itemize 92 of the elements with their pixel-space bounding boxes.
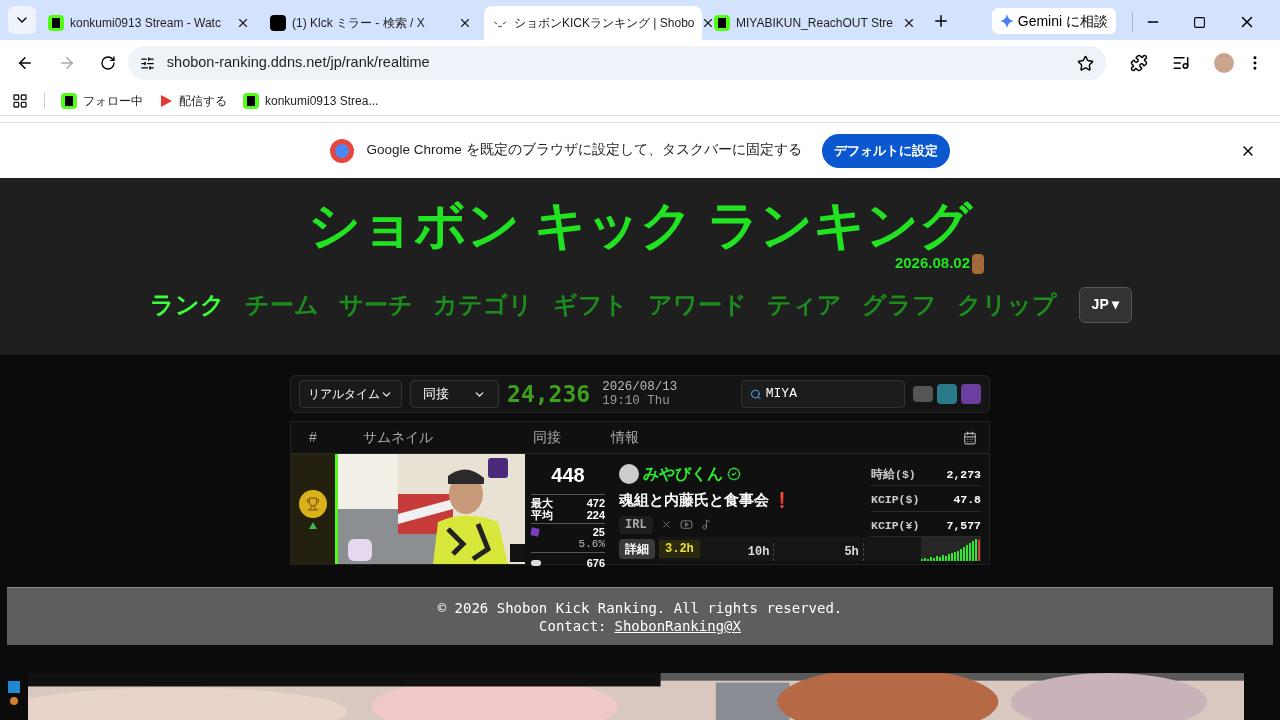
trophy-icon: [299, 489, 327, 518]
nav-tab[interactable]: グラフ: [859, 289, 939, 321]
stat-value: 7,577: [946, 517, 981, 534]
language-select[interactable]: JP ▾: [1078, 286, 1133, 323]
period-select[interactable]: リアルタイム: [299, 380, 402, 408]
tab-title: ショボンKICKランキング | Shobo: [514, 15, 695, 32]
stat-value: 2,273: [946, 467, 981, 483]
back-icon[interactable]: [16, 54, 34, 72]
nav-tab[interactable]: ギフト: [550, 289, 630, 321]
nav-tab[interactable]: カテゴリ: [430, 289, 535, 321]
extensions-icon[interactable]: [1130, 54, 1149, 72]
infobar-message: Google Chrome を既定のブラウザに設定して、タスクバーに固定する: [366, 141, 802, 160]
stat-label: 最大: [531, 497, 553, 509]
chat-count: 676: [586, 556, 605, 571]
media-icon[interactable]: [1172, 54, 1191, 72]
close-icon[interactable]: [236, 16, 250, 30]
kick-logo-icon: [61, 92, 77, 109]
column-header: 同接: [532, 428, 562, 447]
copyright-text: © 2026 Shobon Kick Ranking. All rights reserved.: [437, 598, 843, 617]
kick-logo-icon: [243, 92, 259, 109]
stream-title: 魂組と内藤氏と食事会 ❗: [619, 491, 793, 510]
play-icon: [159, 93, 173, 108]
url-text: shobon-ranking.ddns.net/jp/rank/realtime: [166, 53, 431, 73]
detail-button[interactable]: 詳細: [619, 538, 655, 559]
x-logo-icon: [270, 15, 286, 31]
new-tab-icon[interactable]: [932, 12, 950, 30]
stat-label: 時給($): [871, 467, 916, 483]
tab-title: konkumi0913 Stream - Watc: [70, 15, 222, 32]
stat-value: 47.8: [953, 492, 981, 509]
column-header: サムネイル: [362, 428, 434, 447]
chat-icon: [531, 560, 541, 567]
browser-tab[interactable]: MIYABIKUN_ReachOUT Stre: [706, 6, 924, 40]
tiktok-icon[interactable]: [700, 519, 712, 531]
current-time: 19:10 Thu: [602, 394, 671, 408]
sparkle-icon: [999, 14, 1014, 28]
site-logo: ショボン キック ランキング: [306, 195, 974, 256]
nav-tab[interactable]: クリップ: [954, 289, 1059, 321]
nav-tab[interactable]: アワード: [645, 289, 749, 321]
current-date: 2026/08/13: [602, 380, 678, 394]
total-viewers: 24,236: [507, 379, 591, 409]
address-bar[interactable]: shobon-ranking.ddns.net/jp/rank/realtime: [127, 46, 1107, 80]
bookmark-item[interactable]: 配信する: [159, 91, 227, 110]
time-tick: 10h: [747, 542, 775, 561]
stat-label: KCIP(¥): [871, 517, 920, 534]
nav-tab[interactable]: ティア: [764, 289, 844, 321]
chrome-logo-icon: [330, 138, 355, 163]
calendar-icon[interactable]: [963, 430, 977, 445]
nav-tab[interactable]: サーチ: [336, 289, 415, 321]
rank-up-icon: [309, 521, 317, 529]
browser-tab[interactable]: konkumi0913 Stream - Watc: [40, 6, 258, 40]
kick-logo-icon: [714, 15, 730, 31]
stat-value: 224: [586, 509, 605, 521]
stream-duration: 3.2h: [659, 539, 700, 558]
close-icon[interactable]: [902, 16, 916, 30]
subscriber-count: 25: [592, 526, 605, 538]
site-info-icon[interactable]: [139, 55, 155, 71]
nav-tab[interactable]: チーム: [242, 289, 321, 321]
bookmark-star-icon[interactable]: [1077, 54, 1095, 72]
time-tick: 5h: [844, 542, 864, 561]
tab-title: (1) Klck ミラー - 検索 / X: [292, 15, 426, 32]
nav-tab[interactable]: ランク: [147, 289, 227, 321]
streamer-name[interactable]: みやびくん: [643, 462, 723, 486]
subscriber-rate: 5.6%: [531, 538, 605, 553]
avatar: [619, 464, 639, 484]
apps-icon[interactable]: [12, 92, 28, 109]
kick-logo-icon: [48, 15, 64, 31]
bookmark-item[interactable]: フォロー中: [61, 91, 143, 110]
gemini-button[interactable]: Gemini に相談: [991, 8, 1116, 34]
youtube-icon[interactable]: [679, 518, 693, 532]
search-input[interactable]: MIYA: [765, 384, 896, 404]
tab-title: MIYABIKUN_ReachOUT Stre: [736, 15, 894, 32]
viewer-count: 448: [550, 463, 586, 488]
stat-label: KCIP($): [871, 492, 920, 509]
category-tag[interactable]: IRL: [619, 515, 653, 534]
logo-date: 2026.08.02: [894, 253, 970, 274]
contact-link[interactable]: ShobonRanking@X: [614, 616, 741, 635]
maximize-icon[interactable]: [1193, 15, 1206, 29]
column-header: 情報: [611, 428, 640, 447]
metric-select[interactable]: 同接: [410, 380, 500, 408]
stat-label: 平均: [531, 509, 553, 521]
stat-value: 472: [586, 497, 605, 509]
x-logo-icon[interactable]: [660, 519, 672, 531]
reload-icon[interactable]: [99, 55, 116, 71]
tab-search-button[interactable]: [8, 6, 36, 34]
search-field[interactable]: MIYA: [741, 380, 905, 408]
column-header: #: [308, 428, 318, 447]
browser-tab[interactable]: (1) Klck ミラー - 検索 / X: [262, 6, 480, 40]
search-icon: [750, 387, 762, 401]
set-default-button[interactable]: デフォルトに設定: [821, 133, 950, 168]
close-icon[interactable]: [458, 16, 472, 30]
contact-label: Contact:: [539, 616, 607, 635]
bookmark-item[interactable]: konkumi0913 Strea...: [243, 91, 379, 110]
